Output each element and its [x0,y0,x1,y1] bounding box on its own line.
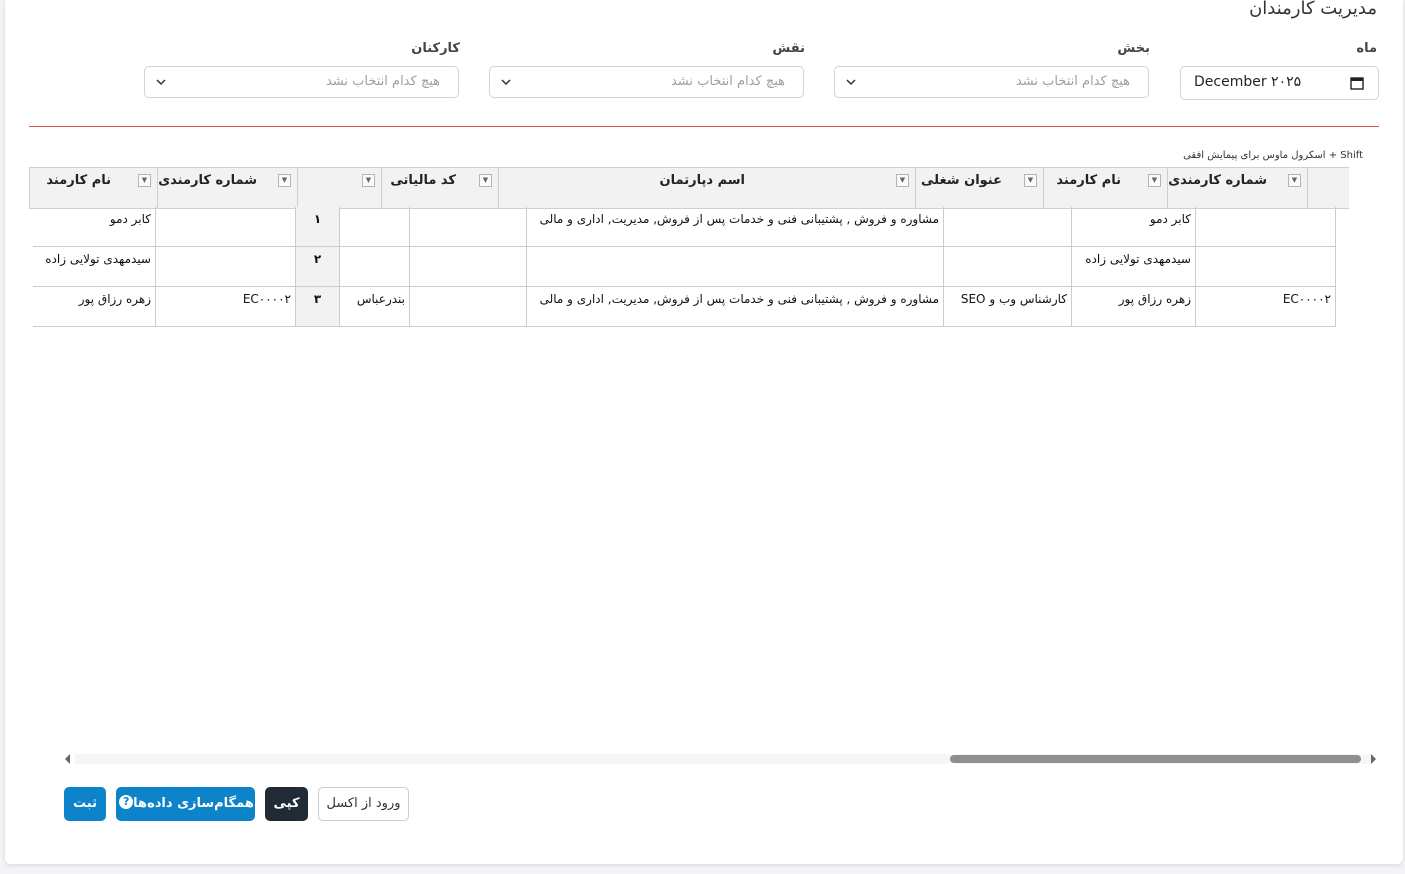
header-emp-name-2[interactable]: نام کارمند ▼ [29,168,157,208]
sync-data-button[interactable]: همگام‌سازی داده‌ها? [116,787,255,821]
cell-job-title[interactable] [944,207,1072,247]
chevron-down-icon [501,79,511,86]
header-emp-no-2[interactable]: شماره کارمندی ▼ [157,168,297,208]
help-icon[interactable]: ? [119,795,134,809]
cell-emp-no-2[interactable] [156,247,296,287]
scroll-left-arrow-icon[interactable] [65,754,70,764]
department-label: بخش [1117,41,1150,56]
role-select[interactable]: هیچ کدام انتخاب نشد [489,66,804,98]
cell-job-title[interactable] [944,247,1072,287]
cell-emp-no[interactable]: EC۰۰۰۰۲ [1196,287,1336,327]
submit-button[interactable]: ثبت [64,787,106,821]
scroll-hint: Shift + اسکرول ماوس برای پیمایش افقی [1183,150,1363,161]
cell-emp-name-2[interactable]: زهره رزاق پور [33,287,156,327]
header-city[interactable]: ▼ [297,168,381,208]
cell-emp-name[interactable]: کابر دمو [1072,207,1196,247]
filter-dropdown-icon[interactable]: ▼ [1148,174,1161,187]
cell-city[interactable] [340,247,410,287]
header-job-title[interactable]: عنوان شغلی ▼ [915,168,1043,208]
page-title: مدیریت کارمندان [1249,0,1377,19]
filter-dropdown-icon[interactable]: ▼ [896,174,909,187]
role-label: نقش [772,41,805,56]
header-emp-name[interactable]: نام کارمند ▼ [1043,168,1167,208]
cell-job-title[interactable]: کارشناس وب و SEO [944,287,1072,327]
cell-emp-name[interactable]: زهره رزاق پور [1072,287,1196,327]
employees-placeholder: هیچ کدام انتخاب نشد [325,74,440,89]
cell-department[interactable]: مشاوره و فروش , پشتیبانی فنی و خدمات پس … [527,207,944,247]
filter-dropdown-icon[interactable]: ▼ [1288,174,1301,187]
header-department[interactable]: اسم دپارتمان ▼ [498,168,915,208]
employees-label: کارکنان [411,41,460,56]
row-number[interactable]: ۲ [296,247,340,287]
role-placeholder: هیچ کدام انتخاب نشد [670,74,785,89]
department-select[interactable]: هیچ کدام انتخاب نشد [834,66,1149,98]
cell-emp-no-2[interactable] [156,207,296,247]
scroll-right-arrow-icon[interactable] [1371,754,1376,764]
header-emp-no[interactable]: شماره کارمندی ▼ [1167,168,1307,208]
employee-management-card: مدیریت کارمندان ماه December ۲۰۲۵ بخش هی… [5,0,1403,864]
header-tax-code[interactable]: کد مالیاتی ▼ [381,168,498,208]
grid-header: نام کارمند ▼ شماره کارمندی ▼ ▼ کد مالیات… [29,167,1349,209]
month-picker[interactable]: December ۲۰۲۵ [1180,66,1379,100]
sync-data-label: همگام‌سازی داده‌ها [133,796,254,811]
cell-emp-no-2[interactable]: EC۰۰۰۰۲ [156,287,296,327]
scroll-thumb[interactable] [950,755,1361,763]
cell-department[interactable]: مشاوره و فروش , پشتیبانی فنی و خدمات پس … [527,287,944,327]
cell-emp-name[interactable]: سیدمهدی تولایی زاده [1072,247,1196,287]
month-label: ماه [1356,41,1377,56]
cell-emp-no[interactable] [1196,247,1336,287]
employees-select[interactable]: هیچ کدام انتخاب نشد [144,66,459,98]
cell-emp-name-2[interactable]: کابر دمو [33,207,156,247]
chevron-down-icon [156,79,166,86]
table-row[interactable]: سیدمهدی تولایی زاده ۲ سیدمهدی تولایی زاد… [33,247,1336,287]
cell-tax-code[interactable] [410,207,527,247]
table-row[interactable]: زهره رزاق پور EC۰۰۰۰۲ ۳ بندرعباس مشاوره … [33,287,1336,327]
row-number[interactable]: ۱ [296,207,340,247]
filter-dropdown-icon[interactable]: ▼ [1024,174,1037,187]
filter-dropdown-icon[interactable]: ▼ [278,174,291,187]
calendar-icon[interactable] [1350,76,1364,90]
divider [29,126,1379,127]
chevron-down-icon [846,79,856,86]
department-placeholder: هیچ کدام انتخاب نشد [1015,74,1130,89]
month-value: December ۲۰۲۵ [1194,74,1302,90]
cell-department[interactable] [527,247,944,287]
cell-city[interactable] [340,207,410,247]
filter-dropdown-icon[interactable]: ▼ [138,174,151,187]
horizontal-scrollbar[interactable] [65,752,1381,766]
table-row[interactable]: کابر دمو ۱ مشاوره و فروش , پشتیبانی فنی … [33,207,1336,247]
cell-tax-code[interactable] [410,287,527,327]
filter-dropdown-icon[interactable]: ▼ [362,174,375,187]
cell-emp-no[interactable] [1196,207,1336,247]
cell-emp-name-2[interactable]: سیدمهدی تولایی زاده [33,247,156,287]
filter-dropdown-icon[interactable]: ▼ [479,174,492,187]
import-excel-button[interactable]: ورود از اکسل [318,787,409,821]
header-corner [1307,168,1349,208]
cell-city[interactable]: بندرعباس [340,287,410,327]
row-number[interactable]: ۳ [296,287,340,327]
copy-button[interactable]: کپی [265,787,308,821]
cell-tax-code[interactable] [410,247,527,287]
